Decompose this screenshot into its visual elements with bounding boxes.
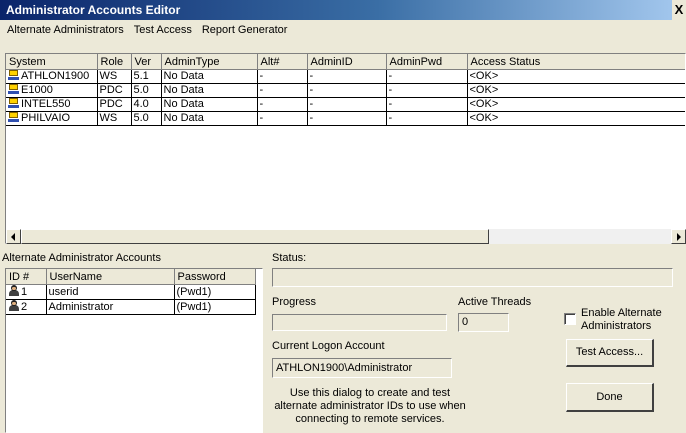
active-threads-field: 0 [458,313,509,332]
admintype-cell: No Data [161,97,258,112]
role-cell: WS [97,111,132,126]
adminpwd-cell: - [386,69,468,84]
user-icon [8,300,19,311]
col-adminpwd[interactable]: AdminPwd [386,54,468,70]
alt-accounts-header-row: ID # UserName Password [6,269,256,285]
systems-header-row: System Role Ver AdminType Alt# AdminID A… [6,54,685,70]
computer-icon [8,98,19,108]
help-text-line2: alternate administrator IDs to use when [274,400,466,412]
alt-cell: - [257,83,308,98]
menu-bar: Alternate Administrators Test Access Rep… [0,20,686,40]
admintype-cell: No Data [161,111,258,126]
systems-list[interactable]: System Role Ver AdminType Alt# AdminID A… [5,53,686,244]
col-ver[interactable]: Ver [131,54,162,70]
help-text-line1: Use this dialog to create and test [289,387,451,399]
help-text: Use this dialog to create and test alter… [272,387,468,429]
title-bar: Administrator Accounts Editor [0,0,686,20]
test-access-button[interactable]: Test Access... [566,339,654,367]
progress-label: Progress [272,296,317,308]
scroll-left-button[interactable] [6,229,21,244]
computer-icon [8,84,19,94]
password-cell: (Pwd1) [174,299,256,315]
menu-alternate-administrators[interactable]: Alternate Administrators [2,21,129,39]
enable-alternate-label-line1: Enable Alternate [581,307,662,319]
table-row[interactable]: E1000 PDC 5.0 No Data - - - <OK> [6,83,685,98]
alt-cell: - [257,97,308,112]
role-cell: PDC [97,83,132,98]
active-threads-label: Active Threads [458,296,532,308]
systems-table: System Role Ver AdminType Alt# AdminID A… [6,54,685,126]
adminid-cell: - [307,97,387,112]
adminpwd-cell: - [386,97,468,112]
col-system[interactable]: System [6,54,98,70]
adminpwd-cell: - [386,111,468,126]
table-row[interactable]: PHILVAIO WS 5.0 No Data - - - <OK> [6,111,685,126]
col-access-status[interactable]: Access Status [467,54,685,70]
computer-icon [8,112,19,122]
user-icon [8,285,19,296]
adminid-cell: - [307,69,387,84]
col-alt[interactable]: Alt# [257,54,308,70]
ver-cell: 5.1 [131,69,162,84]
ver-cell: 5.0 [131,111,162,126]
menu-report-generator[interactable]: Report Generator [197,21,293,39]
password-cell: (Pwd1) [174,284,256,300]
enable-alternate-label[interactable]: Enable Alternate Administrators [581,307,686,335]
computer-icon [8,70,19,80]
adminid-cell: - [307,83,387,98]
horizontal-scrollbar[interactable] [6,229,686,244]
status-field [272,268,673,287]
alt-accounts-table: ID # UserName Password 1 userid (Pwd1) 2… [6,269,256,315]
table-row[interactable]: ATHLON1900 WS 5.1 No Data - - - <OK> [6,69,685,84]
system-name: E1000 [21,84,53,96]
username-cell: userid [46,284,175,300]
col-role[interactable]: Role [97,54,132,70]
col-admintype[interactable]: AdminType [161,54,258,70]
status-cell: <OK> [467,69,685,84]
enable-alternate-checkbox[interactable] [564,313,576,325]
logon-field: ATHLON1900\Administrator [272,358,452,378]
admintype-cell: No Data [161,83,258,98]
username-cell: Administrator [46,299,175,315]
account-id: 1 [21,286,28,298]
col-username[interactable]: UserName [46,269,175,285]
list-item[interactable]: 1 userid (Pwd1) [6,284,256,300]
progress-bar [272,314,447,331]
admintype-cell: No Data [161,69,258,84]
adminid-cell: - [307,111,387,126]
col-adminid[interactable]: AdminID [307,54,387,70]
role-cell: WS [97,69,132,84]
alt-accounts-list[interactable]: ID # UserName Password 1 userid (Pwd1) 2… [5,268,263,433]
window-title: Administrator Accounts Editor [6,3,181,17]
alt-accounts-label: Alternate Administrator Accounts [2,252,161,264]
alt-cell: - [257,69,308,84]
adminpwd-cell: - [386,83,468,98]
col-password[interactable]: Password [174,269,256,285]
done-button[interactable]: Done [566,383,654,412]
right-arrow-icon [677,233,681,241]
menu-test-access[interactable]: Test Access [129,21,197,39]
status-cell: <OK> [467,83,685,98]
table-row[interactable]: INTEL550 PDC 4.0 No Data - - - <OK> [6,97,685,112]
logon-label: Current Logon Account [272,340,385,352]
enable-alternate-label-line2: Administrators [581,320,652,332]
ver-cell: 4.0 [131,97,162,112]
close-icon[interactable]: X [672,0,686,20]
left-arrow-icon [11,233,15,241]
col-id[interactable]: ID # [6,269,47,285]
system-name: PHILVAIO [21,112,71,124]
alt-cell: - [257,111,308,126]
status-cell: <OK> [467,97,685,112]
help-text-line3: connecting to remote services. [295,413,445,425]
scroll-thumb[interactable] [21,229,489,244]
role-cell: PDC [97,97,132,112]
status-cell: <OK> [467,111,685,126]
status-label: Status: [272,252,307,264]
system-name: INTEL550 [21,98,71,110]
list-item[interactable]: 2 Administrator (Pwd1) [6,299,256,315]
scroll-right-button[interactable] [671,229,686,244]
account-id: 2 [21,301,28,313]
ver-cell: 5.0 [131,83,162,98]
system-name: ATHLON1900 [21,70,90,82]
